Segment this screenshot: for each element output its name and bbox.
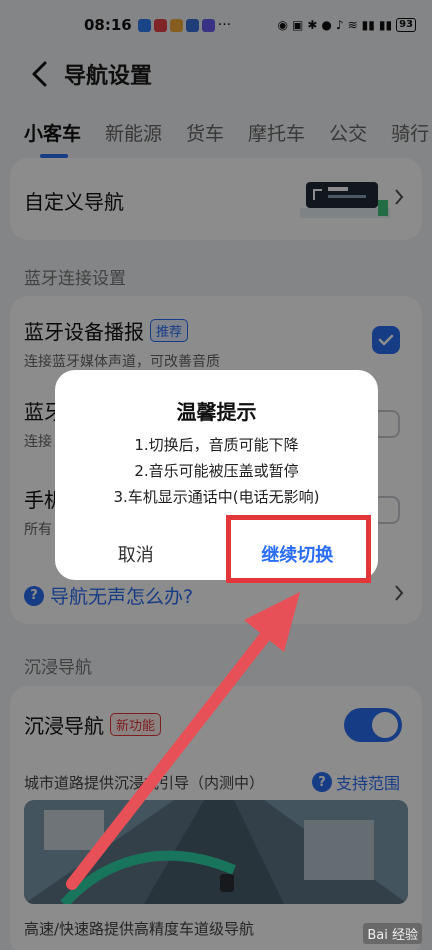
annotation-arrow-icon [66, 592, 300, 890]
watermark: Bai 经验 [363, 923, 422, 944]
